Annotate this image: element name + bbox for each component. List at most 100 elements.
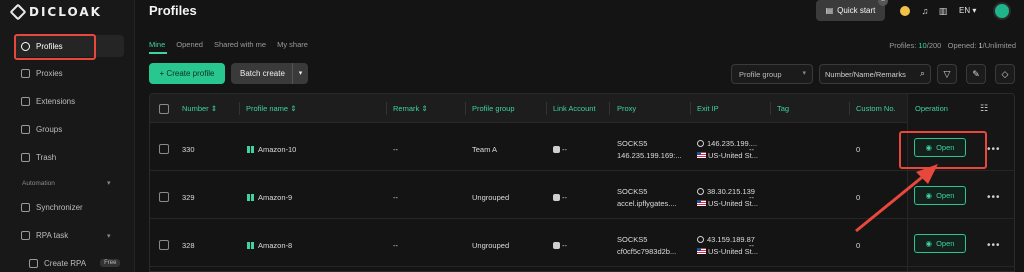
row-profile-name[interactable]: Amazon-8	[247, 241, 292, 250]
sidebar-item-label: Synchronizer	[36, 202, 83, 212]
sidebar-item-trash[interactable]: Trash	[14, 146, 124, 168]
table-row[interactable]: 330 Amazon-10 -- Team A -- SOCKS5 146.23…	[150, 124, 1014, 171]
row-exit-ip: 43.159.189.87	[697, 235, 755, 244]
column-operation: Operation	[915, 104, 948, 113]
row-link-account: --	[553, 241, 567, 250]
column-number[interactable]: Number ⇕	[182, 104, 217, 113]
highlight-box-open	[899, 131, 987, 169]
tag-icon: ◇	[1001, 69, 1009, 79]
row-proxy-type: SOCKS5	[617, 235, 648, 244]
row-group: Ungrouped	[472, 241, 510, 250]
search-field[interactable]: ⌕	[819, 64, 931, 84]
row-custom-no: 0	[856, 145, 861, 154]
row-checkbox[interactable]	[159, 192, 169, 202]
sidebar-item-label: Extensions	[36, 96, 76, 106]
logo-icon	[9, 3, 27, 21]
batch-create-label: Batch create	[240, 69, 285, 78]
search-input[interactable]	[825, 69, 915, 79]
table-row[interactable]: 328 Amazon-8 -- Ungrouped -- SOCKS5 cf0c…	[150, 220, 1014, 267]
us-flag-icon	[697, 200, 706, 206]
language-select[interactable]: EN ▾	[959, 6, 976, 15]
sidebar-item-groups[interactable]: Groups	[14, 118, 124, 140]
row-number: 330	[182, 145, 195, 154]
automation-section-label: Automation	[22, 180, 55, 187]
row-profile-name[interactable]: Amazon-10	[247, 145, 296, 154]
page-title: Profiles	[149, 3, 197, 18]
ip-icon	[697, 188, 704, 195]
column-exit-ip: Exit IP	[697, 104, 719, 113]
sidebar-item-extensions[interactable]: Extensions	[14, 90, 124, 112]
filter-button[interactable]: ▽	[937, 64, 957, 84]
profile-group-select[interactable]: Profile group ▾	[731, 64, 813, 84]
tab-shared-with-me[interactable]: Shared with me	[214, 40, 266, 49]
chevron-down-icon[interactable]: ▾	[107, 179, 111, 187]
book-open-icon[interactable]: ▥	[938, 6, 948, 16]
sidebar-item-synchronizer[interactable]: Synchronizer	[14, 196, 124, 218]
row-checkbox[interactable]	[159, 240, 169, 250]
windows-icon	[247, 146, 254, 153]
select-all-checkbox[interactable]	[159, 104, 169, 114]
account-icon	[553, 242, 560, 249]
row-profile-name[interactable]: Amazon-9	[247, 193, 292, 202]
row-proxy-type: SOCKS5	[617, 187, 648, 196]
sidebar-item-label: Groups	[36, 124, 63, 134]
clean-button[interactable]: ✎	[966, 64, 986, 84]
free-badge: Free	[100, 259, 121, 267]
chevron-down-icon[interactable]: ▾	[292, 63, 308, 84]
close-icon[interactable]: ×	[878, 0, 888, 6]
row-proxy-host: accel.ipflygates....	[617, 199, 677, 208]
bell-icon[interactable]: ♫	[920, 6, 930, 16]
quick-start-button[interactable]: ▤ Quick start	[816, 0, 885, 21]
quick-start-label: Quick start	[837, 6, 876, 15]
batch-create-button[interactable]: Batch create ▾	[231, 63, 308, 84]
avatar[interactable]	[993, 2, 1011, 20]
proxies-icon	[21, 68, 30, 78]
table-row[interactable]: 329 Amazon-9 -- Ungrouped -- SOCKS5 acce…	[150, 172, 1014, 219]
more-icon[interactable]: •••	[987, 192, 1001, 203]
open-button[interactable]: ◉ Open	[914, 234, 966, 253]
app-logo[interactable]: DICLOAK	[9, 3, 102, 21]
column-remark[interactable]: Remark ⇕	[393, 104, 428, 113]
tab-my-share[interactable]: My share	[277, 40, 308, 49]
open-icon: ◉	[925, 191, 933, 200]
ip-icon	[697, 236, 704, 243]
highlight-box-profiles	[14, 34, 96, 60]
row-custom-no: 0	[856, 193, 861, 202]
open-button[interactable]: ◉ Open	[914, 186, 966, 205]
row-checkbox[interactable]	[159, 144, 169, 154]
tab-opened[interactable]: Opened	[176, 40, 203, 49]
tag-button[interactable]: ◇	[995, 64, 1015, 84]
tab-underline	[149, 52, 167, 54]
rpa-icon	[21, 230, 30, 240]
sidebar-item-label: RPA task	[36, 230, 69, 240]
profiles-table: Number ⇕ Profile name ⇕ Remark ⇕ Profile…	[149, 93, 1015, 272]
column-proxy: Proxy	[617, 104, 637, 113]
more-icon[interactable]: •••	[987, 240, 1001, 251]
search-icon[interactable]: ⌕	[920, 68, 925, 79]
row-number: 329	[182, 193, 195, 202]
chevron-down-icon[interactable]: ▾	[107, 232, 111, 240]
sidebar-item-create-rpa[interactable]: Create RPA Free	[22, 252, 132, 272]
windows-icon	[247, 242, 254, 249]
row-remark: --	[393, 193, 398, 202]
tab-mine[interactable]: Mine	[149, 40, 165, 49]
us-flag-icon	[697, 152, 706, 158]
sidebar-item-label: Create RPA	[44, 258, 87, 268]
ip-icon	[697, 140, 704, 147]
open-icon: ◉	[925, 239, 933, 248]
column-profile-group: Profile group	[472, 104, 515, 113]
column-custom-no: Custom No.	[856, 104, 896, 113]
logo-text: DICLOAK	[29, 5, 102, 19]
windows-icon	[247, 194, 254, 201]
more-icon[interactable]: •••	[987, 144, 1001, 155]
create-profile-button[interactable]: + Create profile	[149, 63, 225, 84]
row-group: Ungrouped	[472, 193, 510, 202]
column-settings-icon[interactable]: ☷	[980, 103, 988, 114]
column-tag: Tag	[777, 104, 790, 113]
sidebar-item-proxies[interactable]: Proxies	[14, 62, 124, 84]
account-icon	[553, 194, 560, 201]
filter-icon: ▽	[943, 69, 951, 79]
coin-icon[interactable]	[900, 6, 910, 16]
column-profile-name[interactable]: Profile name ⇕	[246, 104, 296, 113]
row-proxy-host: cf0cf5c7983d2b...	[617, 247, 677, 256]
